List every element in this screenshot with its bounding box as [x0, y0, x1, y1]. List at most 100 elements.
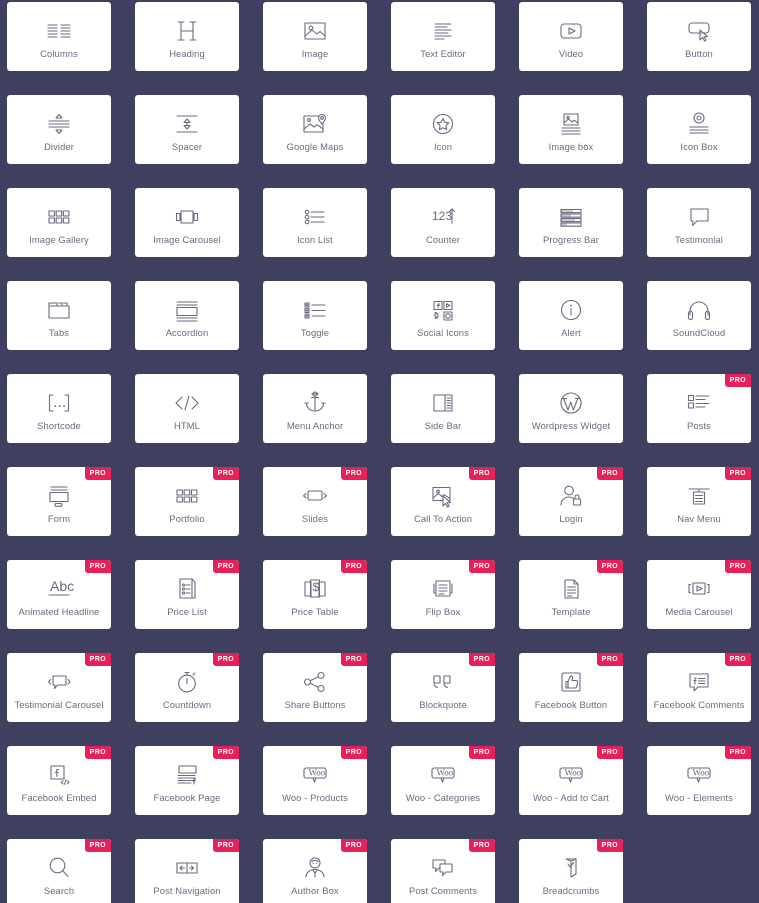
widget-card-icon[interactable]: Icon	[391, 95, 495, 164]
widget-card-testimonial[interactable]: Testimonial	[647, 188, 751, 257]
widget-card-tabs[interactable]: Tabs	[7, 281, 111, 350]
widget-card-spacer[interactable]: Spacer	[135, 95, 239, 164]
breadcrumbs-icon	[558, 853, 584, 883]
widget-card-animated-headline[interactable]: Abc Animated Headline PRO	[7, 560, 111, 629]
widget-card-blockquote[interactable]: Blockquote PRO	[391, 653, 495, 722]
widget-card-image-box[interactable]: Image box	[519, 95, 623, 164]
widget-card-soundcloud[interactable]: SoundCloud	[647, 281, 751, 350]
widget-card-button[interactable]: Button	[647, 2, 751, 71]
widget-card-counter[interactable]: 123 Counter	[391, 188, 495, 257]
widget-card-countdown[interactable]: Countdown PRO	[135, 653, 239, 722]
wordpress-icon	[558, 388, 584, 418]
widget-card-call-to-action[interactable]: Call To Action PRO	[391, 467, 495, 536]
widget-card-posts[interactable]: Posts PRO	[647, 374, 751, 443]
widget-label: Search	[43, 885, 75, 896]
widget-card-facebook-button[interactable]: Facebook Button PRO	[519, 653, 623, 722]
widget-card-media-carousel[interactable]: Media Carousel PRO	[647, 560, 751, 629]
widget-card-icon-list[interactable]: Icon List	[263, 188, 367, 257]
widget-card-accordion[interactable]: Accordion	[135, 281, 239, 350]
widget-card-testimonial-carousel[interactable]: Testimonial Carousel PRO	[7, 653, 111, 722]
widget-label: Blockquote	[419, 699, 467, 710]
blockquote-icon	[429, 667, 457, 697]
widget-card-woo-elements[interactable]: Woo Woo - Elements PRO	[647, 746, 751, 815]
widget-card-video[interactable]: Video	[519, 2, 623, 71]
widget-card-breadcrumbs[interactable]: Breadcrumbs PRO	[519, 839, 623, 903]
widget-card-columns[interactable]: Columns	[7, 2, 111, 71]
svg-text:...: ...	[53, 394, 66, 411]
widget-label: Image	[301, 48, 329, 59]
widget-label: Facebook Comments	[653, 699, 745, 710]
form-icon	[45, 481, 73, 511]
flip-box-icon	[429, 574, 457, 604]
widget-card-form[interactable]: Form PRO	[7, 467, 111, 536]
widget-card-image-carousel[interactable]: Image Carousel	[135, 188, 239, 257]
widget-card-search[interactable]: Search PRO	[7, 839, 111, 903]
accordion-icon	[173, 295, 201, 325]
widget-card-login[interactable]: Login PRO	[519, 467, 623, 536]
widget-card-woo-add-to-cart[interactable]: Woo Woo - Add to Cart PRO	[519, 746, 623, 815]
widget-card-slides[interactable]: Slides PRO	[263, 467, 367, 536]
widget-card-template[interactable]: Template PRO	[519, 560, 623, 629]
pro-badge: PRO	[596, 653, 623, 666]
widget-label: Author Box	[291, 885, 339, 896]
widget-card-flip-box[interactable]: Flip Box PRO	[391, 560, 495, 629]
widget-card-wordpress-widget[interactable]: Wordpress Widget	[519, 374, 623, 443]
widget-card-price-list[interactable]: Price List PRO	[135, 560, 239, 629]
widget-label: Login	[559, 513, 583, 524]
text-editor-icon	[429, 16, 457, 46]
author-box-icon	[301, 853, 329, 883]
widget-card-post-navigation[interactable]: Post Navigation PRO	[135, 839, 239, 903]
widget-card-portfolio[interactable]: Portfolio PRO	[135, 467, 239, 536]
widgets-panel: Columns Heading Image Text Editor Video …	[0, 0, 759, 903]
svg-text:Woo: Woo	[309, 768, 326, 778]
widget-card-author-box[interactable]: Author Box PRO	[263, 839, 367, 903]
icon-box-icon	[685, 109, 713, 139]
widget-card-shortcode[interactable]: ... Shortcode	[7, 374, 111, 443]
widget-card-heading[interactable]: Heading	[135, 2, 239, 71]
widget-card-divider[interactable]: Divider	[7, 95, 111, 164]
widget-card-text-editor[interactable]: Text Editor	[391, 2, 495, 71]
widget-card-price-table[interactable]: $ Price Table PRO	[263, 560, 367, 629]
widget-label: Woo - Add to Cart	[532, 792, 610, 803]
widget-card-menu-anchor[interactable]: Menu Anchor	[263, 374, 367, 443]
widget-label: Side Bar	[424, 420, 462, 431]
widget-card-icon-box[interactable]: Icon Box	[647, 95, 751, 164]
price-table-icon: $	[301, 574, 329, 604]
widget-card-facebook-page[interactable]: Facebook Page PRO	[135, 746, 239, 815]
pro-badge: PRO	[212, 560, 239, 573]
widget-card-facebook-comments[interactable]: Facebook Comments PRO	[647, 653, 751, 722]
widget-card-progress-bar[interactable]: Progress Bar	[519, 188, 623, 257]
widget-card-woo-categories[interactable]: Woo Woo - Categories PRO	[391, 746, 495, 815]
widget-card-woo-products[interactable]: Woo Woo - Products PRO	[263, 746, 367, 815]
widget-card-alert[interactable]: Alert	[519, 281, 623, 350]
anchor-icon	[302, 388, 328, 418]
widget-card-html[interactable]: HTML	[135, 374, 239, 443]
shortcode-icon: ...	[44, 388, 74, 418]
widget-card-facebook-embed[interactable]: Facebook Embed PRO	[7, 746, 111, 815]
facebook-comments-icon	[685, 667, 713, 697]
widget-card-side-bar[interactable]: Side Bar	[391, 374, 495, 443]
widget-card-image-gallery[interactable]: Image Gallery	[7, 188, 111, 257]
widget-label: Icon Box	[680, 141, 718, 152]
widget-card-share-buttons[interactable]: Share Buttons PRO	[263, 653, 367, 722]
woo-icon: Woo	[683, 760, 715, 790]
widget-card-toggle[interactable]: Toggle	[263, 281, 367, 350]
widget-card-nav-menu[interactable]: Nav Menu PRO	[647, 467, 751, 536]
widget-label: Wordpress Widget	[531, 420, 611, 431]
widget-label: Template	[551, 606, 591, 617]
star-icon	[430, 109, 456, 139]
facebook-embed-icon	[45, 760, 73, 790]
call-to-action-icon	[429, 481, 457, 511]
widget-label: Share Buttons	[284, 699, 346, 710]
widget-label: Countdown	[162, 699, 212, 710]
widget-label: Testimonial	[675, 234, 723, 245]
widget-card-social-icons[interactable]: Social Icons	[391, 281, 495, 350]
widget-card-post-comments[interactable]: Post Comments PRO	[391, 839, 495, 903]
animated-headline-icon: Abc	[44, 574, 74, 604]
woo-icon: Woo	[427, 760, 459, 790]
widget-label: Facebook Embed	[21, 792, 97, 803]
pro-badge: PRO	[340, 560, 367, 573]
widget-card-google-maps[interactable]: Google Maps	[263, 95, 367, 164]
template-icon	[557, 574, 585, 604]
widget-card-image[interactable]: Image	[263, 2, 367, 71]
